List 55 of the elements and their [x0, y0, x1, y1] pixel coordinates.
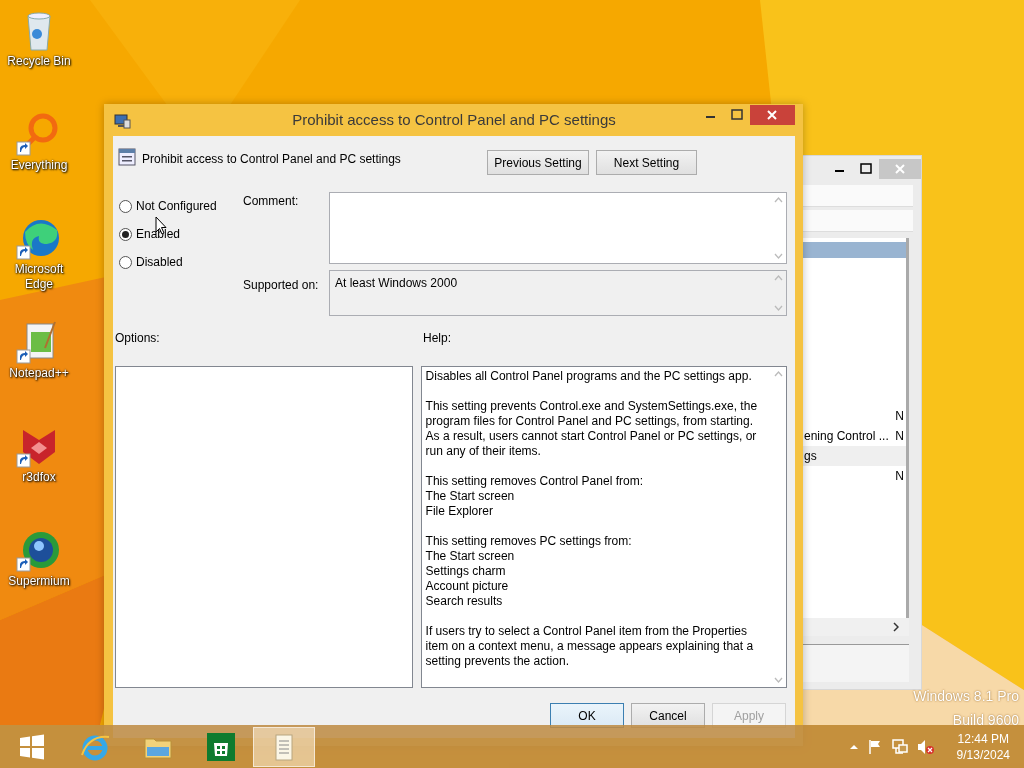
field-label: Supported on: [243, 277, 320, 294]
radio-label[interactable]: Disabled [136, 253, 183, 271]
radio-label[interactable]: Enabled [136, 225, 181, 243]
help-text: This setting removes Control Panel from: [425, 474, 644, 489]
radio-button[interactable] [119, 255, 132, 269]
close-button[interactable] [750, 105, 795, 125]
scroll-right-icon[interactable] [893, 622, 899, 632]
help-text: Account picture [425, 579, 510, 594]
computer-icon [113, 112, 131, 129]
radio-button[interactable] [119, 227, 132, 241]
comment-field[interactable] [329, 192, 787, 264]
field-label: Comment: [243, 193, 300, 210]
setting-title: Prohibit access to Control Panel and PC settings [142, 151, 401, 168]
help-text: The Start screen [425, 549, 516, 564]
row-value: N [895, 408, 904, 425]
help-text: Settings charm [425, 564, 507, 579]
row-value: N [895, 468, 904, 485]
taskbar-button[interactable] [253, 726, 315, 767]
previous-setting-button[interactable]: Previous Setting [487, 150, 589, 175]
radio-button[interactable] [119, 199, 132, 213]
settings-page-icon [118, 148, 136, 166]
section-label: Options: [115, 330, 161, 345]
shopping-bag-icon [205, 730, 237, 763]
row-text: ening Control ... [804, 428, 889, 445]
flag-icon[interactable] [866, 738, 883, 755]
scroll-up-icon[interactable] [773, 371, 783, 377]
list-row[interactable]: N [803, 406, 906, 426]
watermark-text: Build 9600 [951, 711, 1019, 730]
help-text: The Start screen [425, 489, 516, 504]
network-icon[interactable] [890, 738, 909, 755]
scroll-down-icon[interactable] [773, 677, 783, 683]
scroll-down-icon[interactable] [773, 253, 783, 259]
help-text: This setting removes PC settings from: [425, 534, 633, 549]
section-label: Help: [423, 330, 451, 345]
help-text: File Explorer [425, 504, 494, 519]
list-row[interactable]: ening Control ... N [803, 426, 906, 446]
caret-up-icon[interactable] [848, 743, 859, 750]
help-text: If users try to select a Control Panel item from the Properties item on a context menu, a message appears explaining that a setting prevents the action. [425, 624, 755, 669]
help-text: This setting prevents Control.exe and SystemSettings.exe, the program files for Control Panel and PC settings, from starting. As a result, users cannot start Control Panel or PC settings, or run any of their items. [425, 399, 759, 459]
watermark-text: Windows 8.1 Pro [913, 687, 1019, 706]
scroll-up-icon[interactable] [773, 197, 783, 203]
help-text: Disables all Control Panel programs and the PC settings app. [425, 369, 753, 384]
next-setting-button[interactable]: Next Setting [596, 150, 697, 175]
row-value: N [895, 428, 904, 445]
scrollbar[interactable] [803, 618, 909, 636]
supported-value: At least Windows 2000 [334, 275, 459, 292]
muted-speaker-icon[interactable] [916, 738, 935, 755]
group-row[interactable]: gs [803, 446, 906, 466]
window-title: Prohibit access to Control Panel and PC settings [292, 109, 616, 130]
list-row[interactable]: N [803, 466, 906, 486]
radio-label[interactable]: Not Configured [136, 197, 217, 215]
scroll-down-icon[interactable] [773, 305, 783, 311]
row-text: gs [804, 448, 817, 465]
help-text: Search results [425, 594, 504, 609]
scroll-up-icon[interactable] [773, 275, 783, 281]
